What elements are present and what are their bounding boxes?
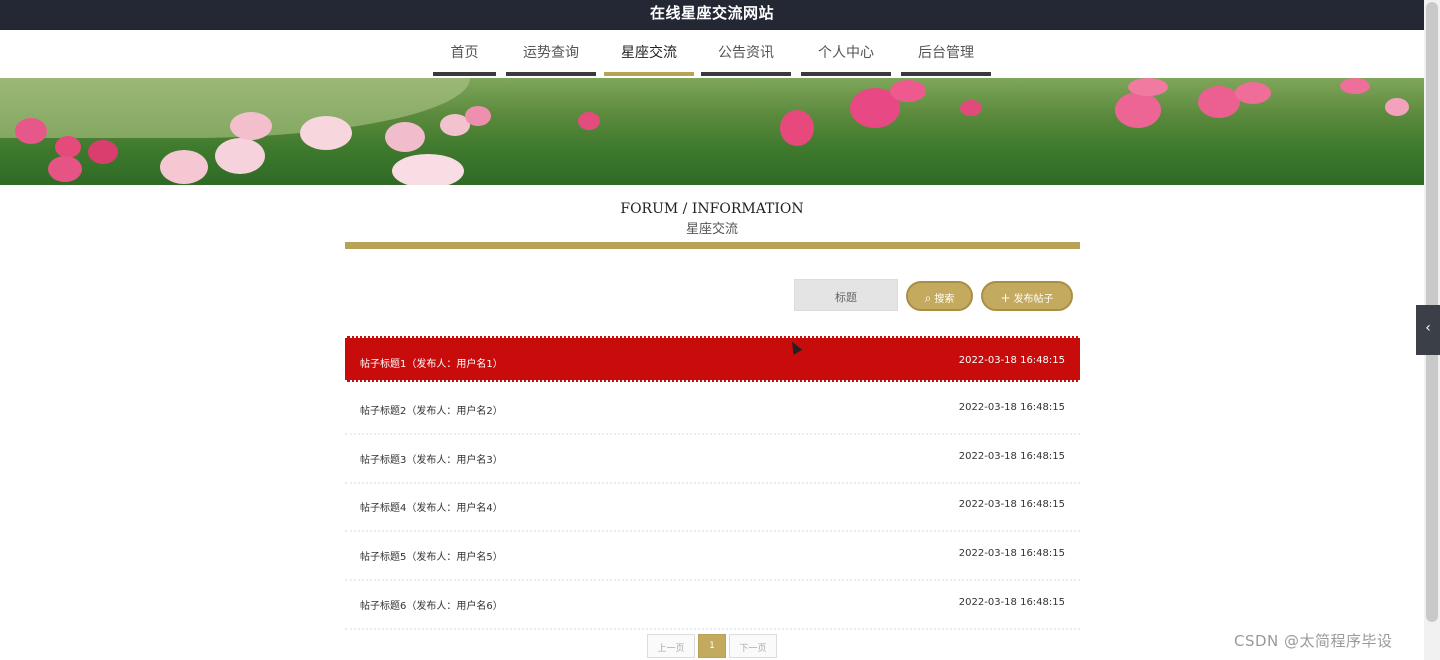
- post-date: 2022-03-18 16:48:15: [958, 402, 1065, 413]
- flower-decoration: [300, 116, 352, 150]
- main-nav: 首页 运势查询 星座交流 公告资讯 个人中心 后台管理: [0, 30, 1424, 78]
- nav-profile[interactable]: 个人中心: [801, 30, 891, 76]
- section-divider: [345, 242, 1080, 249]
- nav-news[interactable]: 公告资讯: [701, 30, 791, 76]
- search-input[interactable]: 标题: [794, 279, 898, 311]
- post-date: 2022-03-18 16:48:15: [958, 451, 1065, 462]
- flower-decoration: [890, 80, 926, 102]
- nav-underline: [506, 72, 596, 76]
- flower-decoration: [1115, 92, 1161, 128]
- post-title: 帖子标题2（发布人：用户名2）: [360, 406, 503, 417]
- nav-underline: [701, 72, 791, 76]
- post-title: 帖子标题3（发布人：用户名3）: [360, 455, 503, 466]
- nav-label: 公告资讯: [718, 45, 774, 61]
- section-subtitle: 星座交流: [685, 222, 738, 237]
- post-row[interactable]: 帖子标题2（发布人：用户名2） 2022-03-18 16:48:15: [345, 385, 1080, 435]
- publish-post-button[interactable]: + 发布帖子: [981, 281, 1073, 311]
- flower-decoration: [960, 100, 982, 116]
- site-title: 在线星座交流网站: [649, 4, 774, 22]
- search-button-label: 搜索: [934, 294, 955, 305]
- flower-decoration: [1198, 86, 1240, 118]
- nav-label: 首页: [450, 45, 479, 61]
- flower-decoration: [1385, 98, 1409, 116]
- banner-image: [0, 78, 1424, 185]
- nav-underline-active: [604, 72, 694, 76]
- post-title: 帖子标题1（发布人：用户名1）: [360, 359, 503, 370]
- flower-decoration: [392, 154, 464, 185]
- post-title: 帖子标题6（发布人：用户名6）: [360, 601, 503, 612]
- nav-label: 后台管理: [918, 45, 974, 61]
- flower-decoration: [230, 112, 272, 140]
- watermark: CSDN @太简程序毕设: [1234, 632, 1393, 650]
- post-row[interactable]: 帖子标题6（发布人：用户名6） 2022-03-18 16:48:15: [345, 580, 1080, 630]
- search-button[interactable]: ⌕ 搜索: [906, 281, 973, 311]
- flower-decoration: [88, 140, 118, 164]
- post-date: 2022-03-18 16:48:15: [958, 355, 1065, 366]
- flower-decoration: [1340, 78, 1370, 94]
- flower-decoration: [780, 110, 814, 146]
- side-collapse-tab[interactable]: ‹: [1416, 305, 1440, 355]
- flower-decoration: [385, 122, 425, 152]
- plus-icon: +: [1000, 291, 1011, 305]
- nav-home[interactable]: 首页: [433, 30, 496, 76]
- nav-label: 星座交流: [621, 45, 677, 61]
- post-row[interactable]: 帖子标题5（发布人：用户名5） 2022-03-18 16:48:15: [345, 531, 1080, 581]
- nav-label: 运势查询: [523, 45, 579, 61]
- section-title: FORUM / INFORMATION: [620, 201, 804, 217]
- post-date: 2022-03-18 16:48:15: [958, 499, 1065, 510]
- flower-decoration: [215, 138, 265, 174]
- post-title: 帖子标题5（发布人：用户名5）: [360, 552, 503, 563]
- nav-underline: [433, 72, 496, 76]
- flower-decoration: [465, 106, 491, 126]
- flower-decoration: [1235, 82, 1271, 104]
- post-row[interactable]: 帖子标题1（发布人：用户名1） 2022-03-18 16:48:15: [345, 336, 1080, 382]
- nav-admin[interactable]: 后台管理: [901, 30, 991, 76]
- flower-decoration: [15, 118, 47, 144]
- nav-underline: [901, 72, 991, 76]
- post-date: 2022-03-18 16:48:15: [958, 597, 1065, 608]
- flower-decoration: [578, 112, 600, 130]
- nav-fortune[interactable]: 运势查询: [506, 30, 596, 76]
- publish-button-label: 发布帖子: [1013, 294, 1054, 305]
- post-row[interactable]: 帖子标题4（发布人：用户名4） 2022-03-18 16:48:15: [345, 482, 1080, 532]
- top-header-bar: 在线星座交流网站: [0, 0, 1424, 30]
- search-icon: ⌕: [924, 291, 932, 305]
- prev-page-button[interactable]: 上一页: [647, 634, 695, 658]
- flower-decoration: [1128, 78, 1168, 96]
- nav-forum[interactable]: 星座交流: [604, 30, 694, 76]
- post-title: 帖子标题4（发布人：用户名4）: [360, 503, 503, 514]
- nav-label: 个人中心: [818, 45, 874, 61]
- flower-decoration: [55, 136, 81, 158]
- post-row[interactable]: 帖子标题3（发布人：用户名3） 2022-03-18 16:48:15: [345, 434, 1080, 484]
- flower-decoration: [160, 150, 208, 184]
- nav-underline: [801, 72, 891, 76]
- post-date: 2022-03-18 16:48:15: [958, 548, 1065, 559]
- chevron-left-icon: ‹: [1425, 320, 1431, 336]
- next-page-button[interactable]: 下一页: [729, 634, 777, 658]
- current-page-button[interactable]: 1: [698, 634, 726, 658]
- flower-decoration: [48, 156, 82, 182]
- row-divider: [345, 628, 1080, 630]
